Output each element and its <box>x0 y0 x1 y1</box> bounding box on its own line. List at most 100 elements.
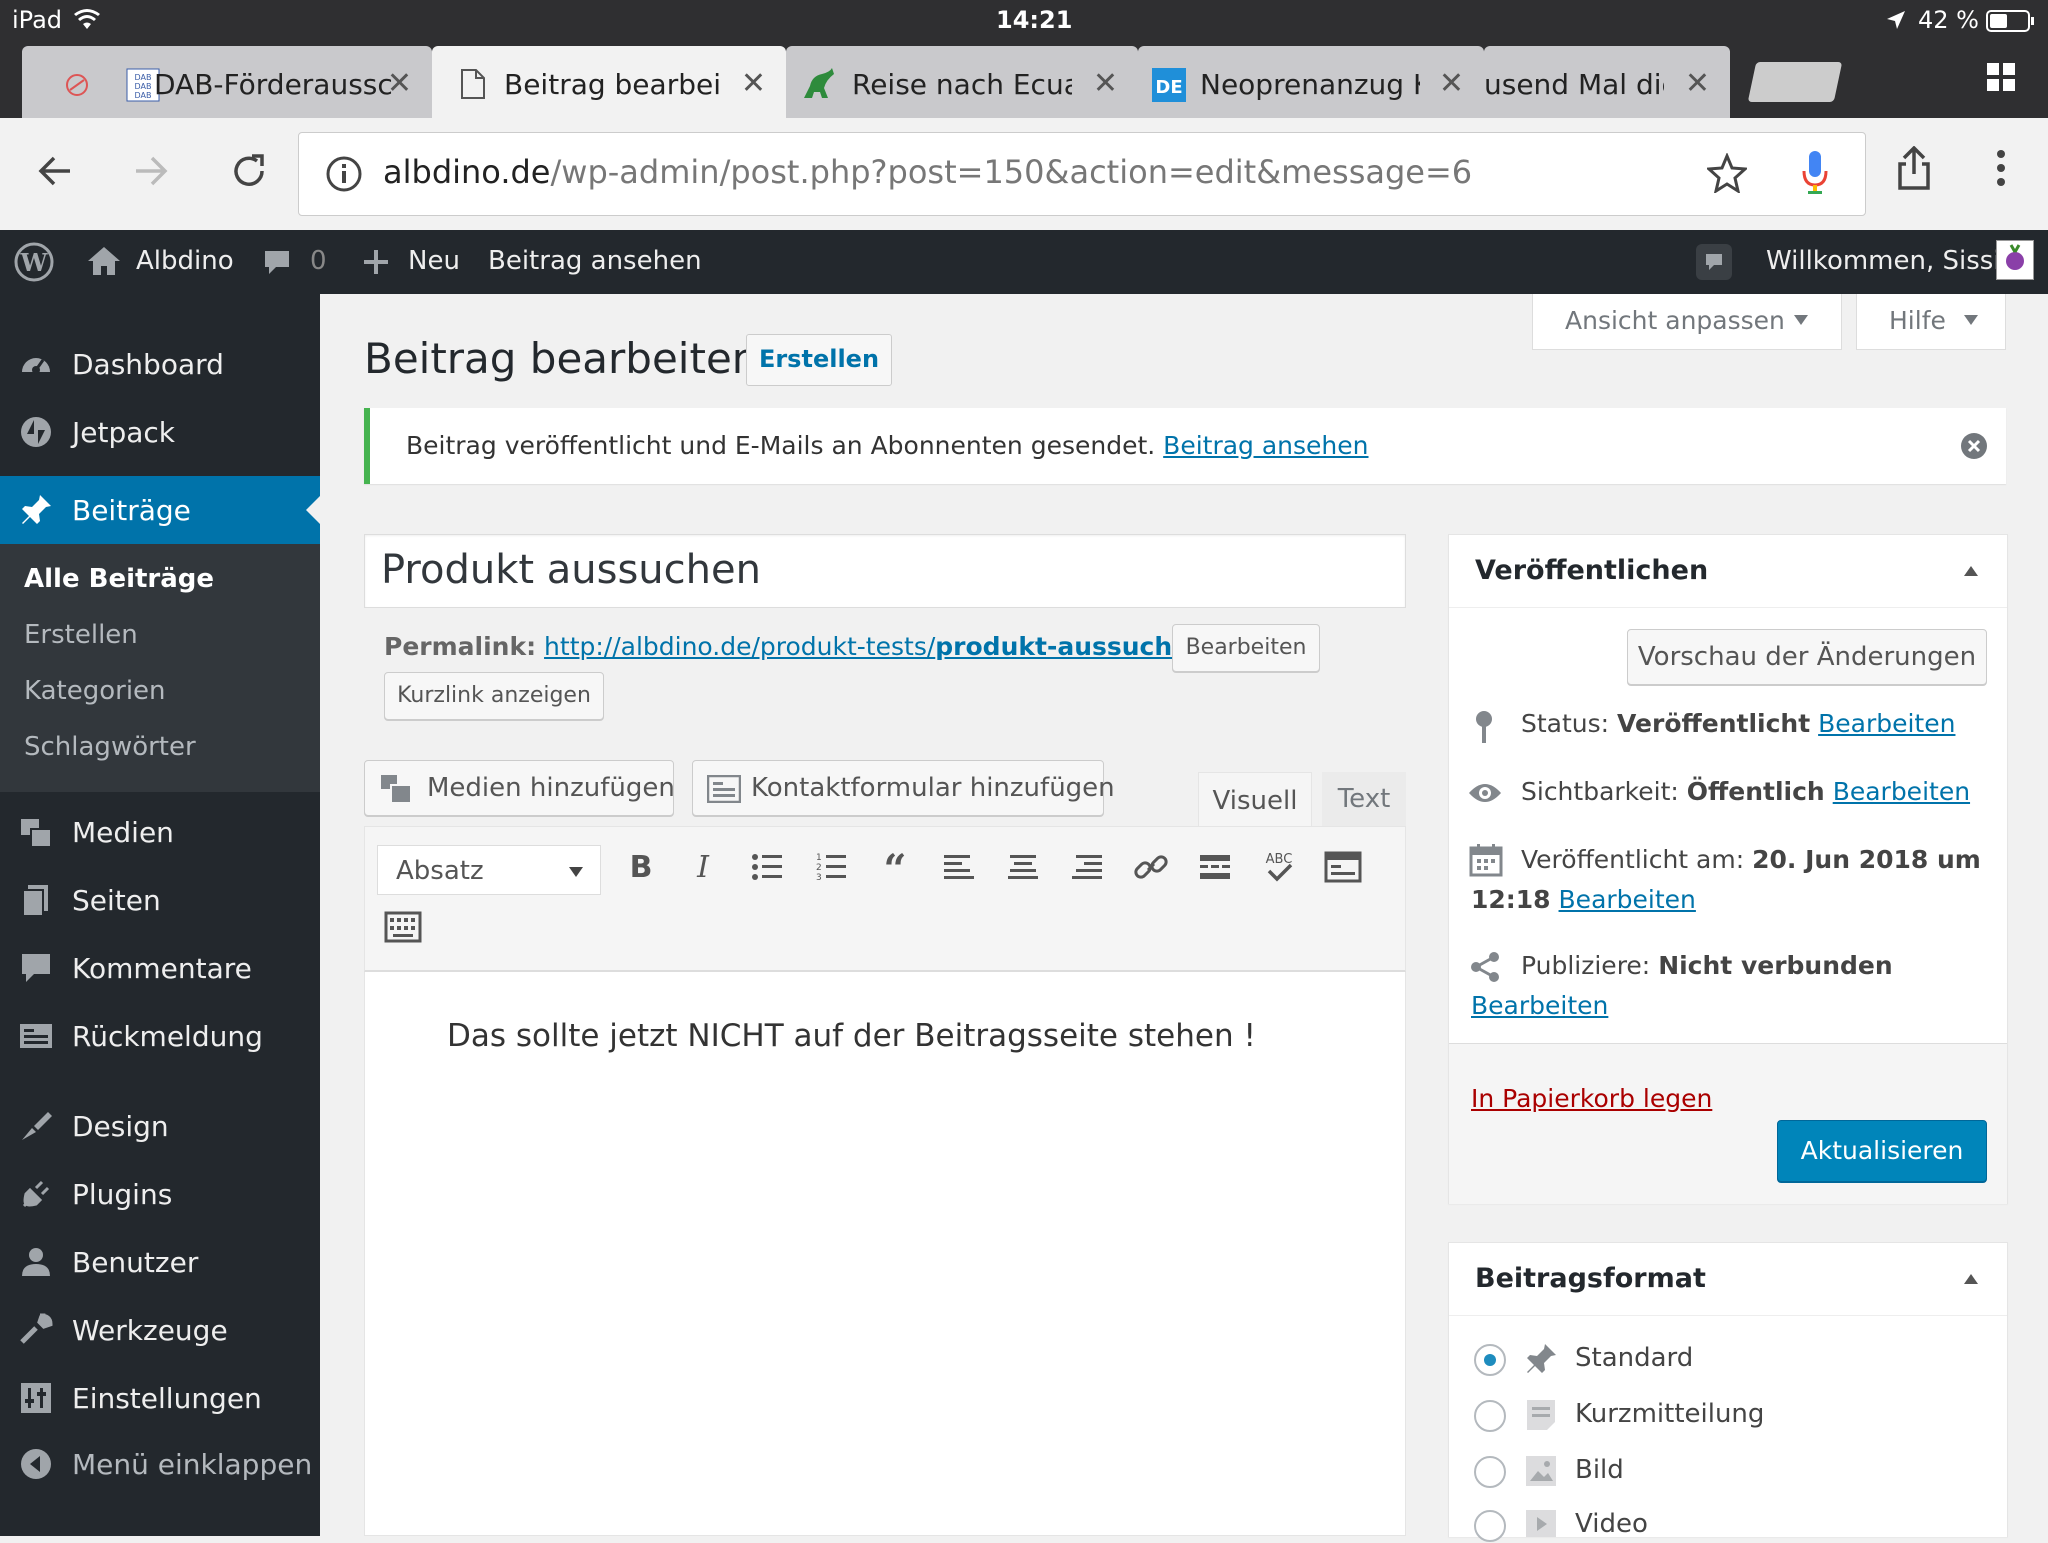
format-box-header[interactable]: Beitragsformat <box>1449 1243 2007 1316</box>
site-name-link[interactable]: Albdino <box>136 246 234 276</box>
add-new-button[interactable]: Erstellen <box>746 334 892 386</box>
caret-up-icon[interactable] <box>1963 1273 1979 1285</box>
add-media-button[interactable]: Medien hinzufügen <box>364 760 675 816</box>
sidebar-item-design[interactable]: Design <box>0 1098 320 1154</box>
tab-neopren[interactable]: DE Neoprenanzug Ka ✕ <box>1138 46 1484 118</box>
bookmark-star-icon[interactable] <box>1707 153 1747 193</box>
status-value: Veröffentlicht <box>1617 709 1811 738</box>
help-button[interactable]: Hilfe <box>1856 294 2006 350</box>
more-vertical-icon[interactable] <box>1996 148 2006 188</box>
comments-count[interactable]: 0 <box>310 246 327 276</box>
info-icon[interactable] <box>325 155 363 193</box>
numbered-list-icon[interactable]: 123 <box>811 847 851 887</box>
dismiss-icon[interactable] <box>1960 432 1988 460</box>
welcome-user[interactable]: Willkommen, Sissi <box>1766 246 2001 276</box>
editor-toolbar: Absatz B I 123 “ ABC <box>364 826 1406 972</box>
publicize-edit-link[interactable]: Bearbeiten <box>1471 991 1608 1020</box>
italic-icon[interactable]: I <box>683 847 723 887</box>
submenu-all-posts[interactable]: Alle Beiträge <box>24 564 214 594</box>
radio-aside[interactable] <box>1473 1399 1507 1433</box>
tab-dab[interactable]: DAB DAB DAB DAB-Förderaussc ✕ <box>22 46 432 118</box>
link-icon[interactable] <box>1131 847 1171 887</box>
notifications-button[interactable] <box>1696 244 1732 280</box>
sidebar-item-label: Plugins <box>72 1178 173 1211</box>
publish-box-header[interactable]: Veröffentlichen <box>1449 535 2007 608</box>
tab-close-icon[interactable]: ✕ <box>1093 66 1118 101</box>
align-left-icon[interactable] <box>939 847 979 887</box>
back-arrow-icon[interactable] <box>36 152 74 190</box>
tab-beitrag[interactable]: Beitrag bearbeite ✕ <box>432 46 786 118</box>
submenu-add-new[interactable]: Erstellen <box>24 620 138 650</box>
spellcheck-icon[interactable]: ABC <box>1259 847 1299 887</box>
sidebar-item-dashboard[interactable]: Dashboard <box>0 336 320 392</box>
home-icon[interactable] <box>86 244 122 278</box>
sidebar-item-plugins[interactable]: Plugins <box>0 1166 320 1222</box>
tab-tausend[interactable]: usend Mal dies ✕ <box>1484 46 1730 118</box>
share-icon[interactable] <box>1896 146 1932 190</box>
avatar[interactable] <box>1996 240 2034 280</box>
radio-video[interactable] <box>1473 1509 1507 1543</box>
add-contact-form-button[interactable]: Kontaktformular hinzufügen <box>692 760 1115 816</box>
format-select[interactable]: Absatz <box>377 845 601 895</box>
toolbar-toggle-icon[interactable] <box>383 907 423 947</box>
sidebar-collapse[interactable]: Menü einklappen <box>0 1436 320 1492</box>
sidebar-item-benutzer[interactable]: Benutzer <box>0 1234 320 1290</box>
microphone-icon[interactable] <box>1801 149 1829 197</box>
published-edit-link[interactable]: Bearbeiten <box>1559 885 1696 914</box>
tab-close-icon[interactable]: ✕ <box>1439 66 1464 101</box>
update-button[interactable]: Aktualisieren <box>1777 1120 1987 1182</box>
bullet-list-icon[interactable] <box>747 847 787 887</box>
form-icon[interactable] <box>1323 847 1363 887</box>
bold-icon[interactable]: B <box>621 847 661 887</box>
tab-text[interactable]: Text <box>1322 772 1406 826</box>
align-right-icon[interactable] <box>1067 847 1107 887</box>
sidebar-item-seiten[interactable]: Seiten <box>0 872 320 928</box>
battery-percent: 42 % <box>1918 6 1979 34</box>
submenu-categories[interactable]: Kategorien <box>24 676 166 706</box>
tab-reise[interactable]: Reise nach Ecuad ✕ <box>786 46 1138 118</box>
status-edit-link[interactable]: Bearbeiten <box>1818 709 1955 738</box>
notice-view-post-link[interactable]: Beitrag ansehen <box>1163 431 1368 460</box>
shortlink-button[interactable]: Kurzlink anzeigen <box>384 672 604 720</box>
sidebar-item-einstellungen[interactable]: Einstellungen <box>0 1370 320 1426</box>
sidebar-item-medien[interactable]: Medien <box>0 804 320 860</box>
wordpress-logo-icon[interactable]: W <box>14 242 54 282</box>
new-content-link[interactable]: Neu <box>408 246 460 276</box>
jetpack-icon <box>21 417 51 447</box>
comment-bubble-icon[interactable] <box>262 248 292 278</box>
sidebar-item-rueckmeldung[interactable]: Rückmeldung <box>0 1008 320 1064</box>
view-post-link[interactable]: Beitrag ansehen <box>488 246 702 276</box>
visibility-edit-link[interactable]: Bearbeiten <box>1833 777 1970 806</box>
trash-link[interactable]: In Papierkorb legen <box>1471 1084 1712 1113</box>
radio-standard[interactable] <box>1473 1343 1507 1377</box>
tab-grid-icon[interactable] <box>1986 62 2016 92</box>
caret-up-icon[interactable] <box>1963 565 1979 577</box>
editor-content[interactable]: Das sollte jetzt NICHT auf der Beitragss… <box>364 972 1406 1536</box>
align-center-icon[interactable] <box>1003 847 1043 887</box>
permalink-url[interactable]: http://albdino.de/produkt-tests/produkt-… <box>544 632 1216 661</box>
blockquote-icon[interactable]: “ <box>875 847 915 887</box>
post-title-input[interactable]: Produkt aussuchen <box>364 534 1406 608</box>
url-text[interactable]: albdino.de/wp-admin/post.php?post=150&ac… <box>383 153 1472 191</box>
tab-close-icon[interactable]: ✕ <box>741 66 766 101</box>
submenu-tags[interactable]: Schlagwörter <box>24 732 196 762</box>
screen-options-button[interactable]: Ansicht anpassen <box>1532 294 1842 350</box>
tab-visual[interactable]: Visuell <box>1198 772 1312 828</box>
sidebar-item-beitraege[interactable]: Beiträge <box>0 476 320 544</box>
sidebar-item-kommentare[interactable]: Kommentare <box>0 940 320 996</box>
sidebar-item-jetpack[interactable]: Jetpack <box>0 404 320 460</box>
tab-title: Reise nach Ecuad <box>852 68 1072 101</box>
address-bar[interactable]: albdino.de/wp-admin/post.php?post=150&ac… <box>298 132 1866 216</box>
permalink-edit-button[interactable]: Bearbeiten <box>1172 624 1320 672</box>
tab-close-icon[interactable]: ✕ <box>387 66 412 101</box>
sidebar-item-werkzeuge[interactable]: Werkzeuge <box>0 1302 320 1358</box>
plus-icon[interactable] <box>362 248 390 276</box>
forward-arrow-icon[interactable] <box>132 152 170 190</box>
tab-close-icon[interactable]: ✕ <box>1685 66 1710 101</box>
new-tab-button[interactable] <box>1747 62 1843 102</box>
reload-icon[interactable] <box>230 152 268 190</box>
radio-image[interactable] <box>1473 1455 1507 1489</box>
preview-changes-button[interactable]: Vorschau der Änderungen <box>1627 629 1987 685</box>
add-contact-label: Kontaktformular hinzufügen <box>751 773 1115 803</box>
read-more-icon[interactable] <box>1195 847 1235 887</box>
